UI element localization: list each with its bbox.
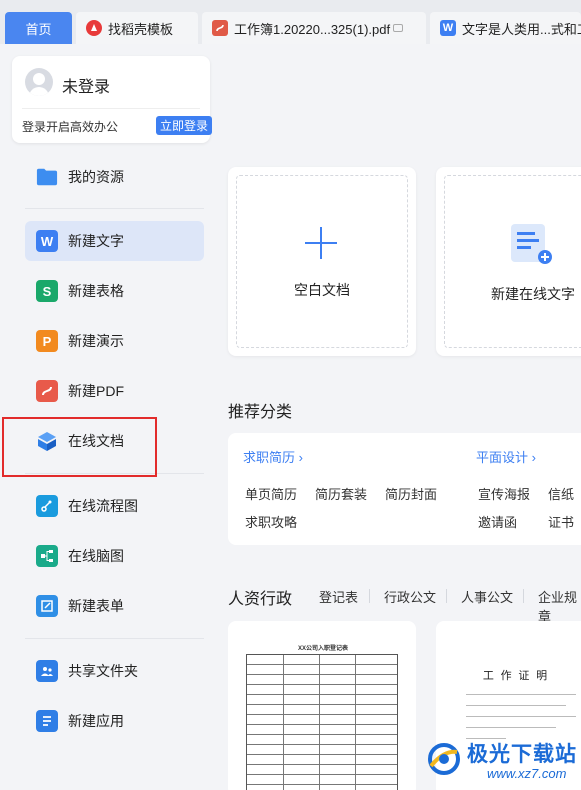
- chevron-right-icon: ›: [531, 450, 536, 465]
- tab-label: 首页: [25, 21, 52, 37]
- sidebar-item-label: 新建PDF: [68, 383, 124, 399]
- docer-icon: [86, 20, 102, 36]
- sidebar-item-label: 新建应用: [68, 713, 124, 729]
- avatar[interactable]: [25, 68, 53, 96]
- word-icon: W: [36, 230, 58, 252]
- highlight-box: [2, 417, 157, 477]
- sidebar-item-new-text[interactable]: W 新建文字: [25, 221, 204, 261]
- tab-docer-templates[interactable]: 找稻壳模板: [76, 12, 198, 44]
- divider: [446, 589, 447, 603]
- tab-label: 找稻壳模板: [108, 21, 174, 37]
- app-icon: [36, 710, 58, 732]
- window-icon: [393, 24, 404, 32]
- category-item[interactable]: 证书: [548, 512, 574, 531]
- sidebar-item-new-app[interactable]: 新建应用: [25, 701, 204, 741]
- tab-pdf-file[interactable]: 工作簿1.20220...325(1).pdf: [202, 12, 426, 44]
- divider: [22, 108, 200, 109]
- sidebar-item-label: 新建文字: [68, 233, 124, 249]
- presentation-icon: P: [36, 330, 58, 352]
- text-line: [466, 727, 556, 728]
- divider: [25, 208, 204, 209]
- tab-registration-form[interactable]: 登记表: [319, 587, 358, 606]
- sidebar-item-label: 共享文件夹: [68, 663, 138, 679]
- category-item[interactable]: 信纸: [548, 484, 574, 503]
- tab-label: 工作簿1.20220...325(1).pdf: [234, 21, 391, 37]
- login-status: 未登录: [62, 79, 111, 96]
- divider: [25, 638, 204, 639]
- tab-home[interactable]: 首页: [5, 12, 72, 44]
- category-item[interactable]: 邀请函: [478, 512, 517, 531]
- plus-icon: [305, 242, 337, 244]
- template-card[interactable]: XX公司入职登记表: [228, 621, 416, 790]
- sheet-icon: S: [36, 280, 58, 302]
- sidebar-item-new-sheet[interactable]: S 新建表格: [25, 271, 204, 311]
- text-line: [466, 694, 576, 695]
- sidebar-item-label: 新建表单: [68, 598, 124, 614]
- watermark-url: www.xz7.com: [487, 766, 567, 781]
- sidebar-item-online-mindmap[interactable]: 在线脑图: [25, 536, 204, 576]
- tab-admin-docs[interactable]: 行政公文: [384, 587, 436, 606]
- form-icon: [36, 595, 58, 617]
- pdf-icon: [212, 20, 228, 36]
- sidebar-item-online-flowchart[interactable]: 在线流程图: [25, 486, 204, 526]
- template-preview: [246, 654, 398, 790]
- category-item[interactable]: 简历套装: [315, 484, 367, 503]
- sidebar-item-my-resources[interactable]: 我的资源: [25, 157, 204, 197]
- category-item[interactable]: 宣传海报: [478, 484, 530, 503]
- tab-bar: 首页 找稻壳模板 工作簿1.20220...325(1).pdf W 文字是人类…: [0, 0, 581, 44]
- tab-word-doc[interactable]: W 文字是人类用...式和工作: [430, 12, 581, 44]
- sidebar-item-label: 新建表格: [68, 283, 124, 299]
- category-item[interactable]: 求职攻略: [245, 512, 297, 531]
- flowchart-icon: [36, 495, 58, 517]
- sidebar-item-new-presentation[interactable]: P 新建演示: [25, 321, 204, 361]
- watermark-name: 极光下载站: [467, 743, 577, 766]
- category-item[interactable]: 简历封面: [385, 484, 437, 503]
- sidebar-item-label: 在线脑图: [68, 548, 124, 564]
- online-text-card[interactable]: 新建在线文字: [436, 167, 581, 356]
- login-tip: 登录开启高效办公: [22, 120, 119, 134]
- sidebar-item-label: 新建演示: [68, 333, 124, 349]
- sidebar-item-shared-folder[interactable]: 共享文件夹: [25, 651, 204, 691]
- card-label: 新建在线文字: [491, 286, 575, 302]
- category-header[interactable]: 平面设计 ›: [476, 447, 536, 466]
- sidebar-item-new-form[interactable]: 新建表单: [25, 586, 204, 626]
- chevron-right-icon: ›: [298, 450, 303, 465]
- tab-company-rules[interactable]: 企业规章: [538, 587, 581, 625]
- word-icon: W: [440, 20, 456, 36]
- template-title: 工 作 证 明: [482, 670, 550, 682]
- section-title: 推荐分类: [228, 404, 293, 421]
- folder-icon: [36, 166, 58, 188]
- sidebar-item-new-pdf[interactable]: 新建PDF: [25, 371, 204, 411]
- online-doc-icon: [511, 224, 552, 264]
- divider: [369, 589, 370, 603]
- login-card: 未登录 登录开启高效办公 立即登录: [12, 56, 212, 143]
- divider: [523, 589, 524, 603]
- tab-label: 文字是人类用...式和工作: [462, 21, 581, 37]
- watermark: 极光下载站 www.xz7.com: [425, 734, 581, 790]
- card-border: [236, 175, 408, 348]
- sidebar-item-label: 在线流程图: [68, 498, 138, 514]
- text-line: [466, 716, 576, 717]
- recommend-card: 求职简历 › 单页简历 简历套装 简历封面 求职攻略 平面设计 › 宣传海报 信…: [228, 433, 581, 545]
- pdf-icon: [36, 380, 58, 402]
- mindmap-icon: [36, 545, 58, 567]
- shared-folder-icon: [36, 660, 58, 682]
- sidebar-item-label: 我的资源: [68, 169, 124, 185]
- watermark-logo: [428, 743, 460, 775]
- login-button[interactable]: 立即登录: [156, 116, 212, 135]
- card-label: 空白文档: [294, 282, 350, 298]
- category-item[interactable]: 单页简历: [245, 484, 297, 503]
- blank-doc-card[interactable]: 空白文档: [228, 167, 416, 356]
- section-title: 人资行政: [228, 591, 293, 608]
- template-title: XX公司入职登记表: [298, 646, 349, 652]
- category-header[interactable]: 求职简历 ›: [243, 447, 303, 466]
- text-line: [466, 705, 566, 706]
- tab-personnel-docs[interactable]: 人事公文: [461, 587, 513, 606]
